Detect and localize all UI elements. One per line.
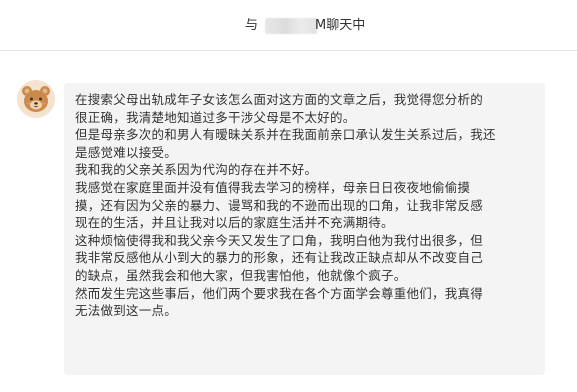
chat-title-suffix-text: 聊天中 <box>326 18 366 33</box>
message-line: 但是母亲多次的和男人有暧昧关系并在我面前亲口承认发生关系过后，我还 <box>75 127 496 143</box>
bear-icon <box>17 80 55 118</box>
message-line: 我非常反感他从小到大的暴力的形象，还有让我改正缺点却从不改变自己 <box>75 250 484 266</box>
chat-title-prefix: 与 <box>245 18 259 33</box>
bear-avatar-icon[interactable] <box>17 80 55 118</box>
message-line: 现在的生活，并且让我对以后的家庭生活并不充满期待。 <box>75 215 394 231</box>
chat-title: 与 M聊天中 <box>0 16 577 36</box>
chat-title-suffix: M聊天中 <box>315 16 365 36</box>
message-line: 是感觉难以接受。 <box>75 144 178 160</box>
message-line: 我和我的父亲关系因为代沟的存在并不好。 <box>75 162 318 178</box>
message-line: 很正确，我清楚地知道过多干涉父母是不太好的。 <box>75 109 356 125</box>
message-line: 我感觉在家庭里面并没有值得我去学习的榜样，母亲日日夜夜地偷偷摸 <box>75 179 471 195</box>
message-line: 摸，还有因为父亲的暴力、谩骂和我的不逊而出现的口角，让我非常反感 <box>75 197 484 213</box>
message-line: 无法做到这一点。 <box>75 303 178 319</box>
message-bubble[interactable]: 在搜索父母出轨成年子女该怎么面对这方面的文章之后，我觉得您分析的 很正确，我清楚… <box>64 83 545 375</box>
message-line: 在搜索父母出轨成年子女该怎么面对这方面的文章之后，我觉得您分析的 <box>75 92 484 107</box>
chat-title-mid: M <box>315 18 327 33</box>
redacted-username <box>265 18 317 34</box>
chat-header: 与 M聊天中 <box>0 0 577 51</box>
message-line: 这种烦恼使得我和我父亲今天又发生了口角，我明白他为我付出很多，但 <box>75 232 484 248</box>
message-line: 然而发生完这些事后，他们两个要求我在各个方面学会尊重他们，我真得 <box>75 285 484 301</box>
message-line: 的缺点，虽然我会和他大家，但我害怕他，他就像个疯子。 <box>75 267 407 283</box>
